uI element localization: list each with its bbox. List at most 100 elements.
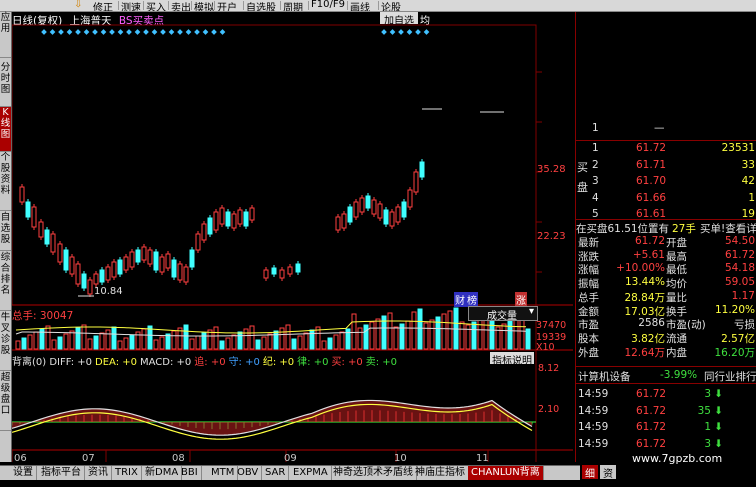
indicator-tab-12[interactable]: CHANLUN背离 bbox=[468, 466, 544, 480]
left-tab-0[interactable]: 应用 bbox=[0, 12, 11, 58]
toolbar-item-3[interactable]: 卖出 bbox=[171, 0, 191, 11]
volume-bar bbox=[501, 323, 507, 350]
left-tab-6[interactable]: 牛叉诊股 bbox=[0, 312, 11, 371]
indicator-tab-bar: 设置 指标平台 资讯 TRIX 新DMA BBI MTM OBV SAR EXPMA 神奇选顶术矛盾… bbox=[0, 465, 580, 480]
order-price: 61.70 bbox=[636, 175, 667, 187]
signal-diamond bbox=[151, 29, 158, 35]
signal-diamond bbox=[381, 29, 387, 35]
tick-time: 14:59 bbox=[578, 437, 609, 450]
volume-bar bbox=[63, 333, 69, 350]
price-frame bbox=[12, 24, 537, 306]
finance-tag[interactable]: 财 bbox=[454, 292, 466, 307]
volume-bar bbox=[33, 331, 39, 350]
toolbar-item-1[interactable]: 测速 bbox=[121, 0, 141, 11]
toolbar-separator bbox=[143, 1, 144, 10]
macd-legend-item: 背离(0) DIFF: +0 bbox=[12, 357, 93, 368]
view-detail-link[interactable]: 买单!查看详细 bbox=[700, 221, 756, 236]
indicator-tab-3[interactable]: TRIX bbox=[112, 466, 142, 480]
quote-row: 金额 17.03亿 换手 11.20% bbox=[576, 304, 756, 318]
volume-bar bbox=[141, 328, 147, 350]
volume-bar bbox=[339, 331, 345, 350]
indicator-help-button[interactable]: 指标说明 bbox=[490, 352, 534, 367]
indicator-tab-5[interactable]: BBI bbox=[178, 466, 202, 480]
candle-body bbox=[335, 216, 341, 231]
toolbar-item-6[interactable]: 自选股 bbox=[246, 0, 276, 11]
left-tab-4[interactable]: 自选股 bbox=[0, 212, 11, 251]
candle-body bbox=[19, 186, 25, 203]
signal-diamond bbox=[389, 29, 396, 35]
candle-body bbox=[129, 251, 135, 268]
candle-body bbox=[207, 217, 213, 235]
tick-row: 14:59 61.72 35 ⬇ bbox=[576, 405, 756, 418]
left-tab-3[interactable]: 个股资料 bbox=[0, 152, 11, 211]
macd-legend-item: 买: +0 bbox=[331, 357, 363, 368]
indicator-tab-1[interactable]: 指标平台 bbox=[38, 466, 85, 480]
signal-diamond bbox=[194, 29, 200, 35]
info-tab[interactable]: 资 bbox=[600, 465, 616, 480]
indicator-tab-4[interactable]: 新DMA bbox=[142, 466, 183, 480]
download-icon[interactable]: ⇩ bbox=[74, 0, 82, 10]
toolbar-item-10[interactable]: 论股 bbox=[381, 0, 401, 11]
toolbar-item-0[interactable]: 修正 bbox=[93, 0, 113, 11]
toolbar-separator bbox=[308, 1, 309, 10]
indicator-tab-2[interactable]: 资讯 bbox=[85, 466, 112, 480]
time-axis-label: 11 bbox=[476, 453, 489, 464]
volume-bar bbox=[189, 338, 195, 350]
chart-panel[interactable]: 日线(复权) 上海普天 BS买卖点 加自选 均 35.28 22.23 10.8… bbox=[12, 12, 573, 464]
indicator-tab-9[interactable]: EXPMA bbox=[290, 466, 332, 480]
signal-diamond bbox=[92, 29, 98, 35]
candle-body bbox=[213, 211, 219, 231]
candle-body bbox=[249, 207, 255, 221]
macd-legend-item: 纪: +0 bbox=[262, 357, 295, 368]
limit-up-tag[interactable]: 涨 bbox=[515, 292, 527, 307]
time-axis-label: 06 bbox=[14, 453, 27, 464]
candle-body bbox=[201, 223, 207, 241]
indicator-tab-10[interactable]: 神奇选顶术矛盾线 bbox=[330, 466, 417, 480]
left-tab-7[interactable]: 超级盘口 bbox=[0, 372, 11, 431]
candle-body bbox=[38, 221, 44, 238]
quote-label: 内盘 bbox=[666, 346, 687, 359]
indicator-tab-8[interactable]: SAR bbox=[262, 466, 290, 480]
volume-bar bbox=[387, 312, 393, 350]
left-tab-1[interactable]: 分时图 bbox=[0, 62, 11, 107]
volume-dropdown[interactable]: 成交量 ▾ bbox=[468, 306, 538, 322]
volume-bar bbox=[465, 324, 471, 350]
toolbar-separator bbox=[191, 1, 192, 10]
order-book-buy-row: 3 61.70 42 bbox=[576, 175, 756, 188]
order-book-buy-row: 4 61.66 1 bbox=[576, 192, 756, 205]
toolbar-item-4[interactable]: 模拟 bbox=[194, 0, 214, 11]
toolbar-item-7[interactable]: 周期 bbox=[283, 0, 303, 11]
left-tab-5[interactable]: 综合排名 bbox=[0, 252, 11, 311]
indicator-tab-0[interactable]: 设置 bbox=[10, 466, 37, 480]
order-price: 61.66 bbox=[636, 191, 667, 204]
toolbar-item-2[interactable]: 买入 bbox=[146, 0, 166, 11]
tick-row: 14:59 61.72 3 ⬇ bbox=[576, 438, 756, 451]
volume-bar bbox=[99, 332, 105, 350]
candle-body bbox=[123, 256, 129, 271]
volume-bar bbox=[471, 321, 477, 350]
top-toolbar: 修正 测速 买入 卖出 模拟 开户 自选股 周期 F10/F9 画线 论股 ⇩ bbox=[0, 0, 756, 12]
quote-row: 涨跌 +5.61 最高 61.72 bbox=[576, 249, 756, 263]
candle-body bbox=[263, 269, 269, 279]
candle-body bbox=[25, 201, 31, 218]
order-price: 61.72 bbox=[636, 142, 667, 154]
kline-chart[interactable] bbox=[12, 12, 573, 462]
detail-tab[interactable]: 细 bbox=[582, 465, 598, 480]
volume-bar bbox=[243, 328, 249, 350]
candle-body bbox=[135, 249, 141, 263]
quote-value: 13.44% bbox=[624, 276, 665, 289]
left-tab-2[interactable]: K线图 bbox=[0, 107, 11, 152]
tick-volume: 1 bbox=[704, 421, 711, 433]
toolbar-item-9[interactable]: 画线 bbox=[350, 0, 370, 11]
volume-bar bbox=[219, 340, 225, 350]
toolbar-item-8[interactable]: F10/F9 bbox=[311, 0, 345, 10]
indicator-tab-7[interactable]: OBV bbox=[234, 466, 263, 480]
indicator-tab-11[interactable]: 神庙庄指标 bbox=[412, 466, 469, 480]
tick-price: 61.72 bbox=[636, 437, 667, 450]
volume-bar bbox=[411, 311, 417, 350]
order-level: 4 bbox=[592, 191, 599, 204]
rank-tag[interactable]: 榜 bbox=[466, 292, 478, 307]
toolbar-item-5[interactable]: 开户 bbox=[217, 0, 237, 11]
separator bbox=[576, 383, 756, 384]
industry-rank-link[interactable]: 同行业排行 bbox=[704, 369, 756, 384]
